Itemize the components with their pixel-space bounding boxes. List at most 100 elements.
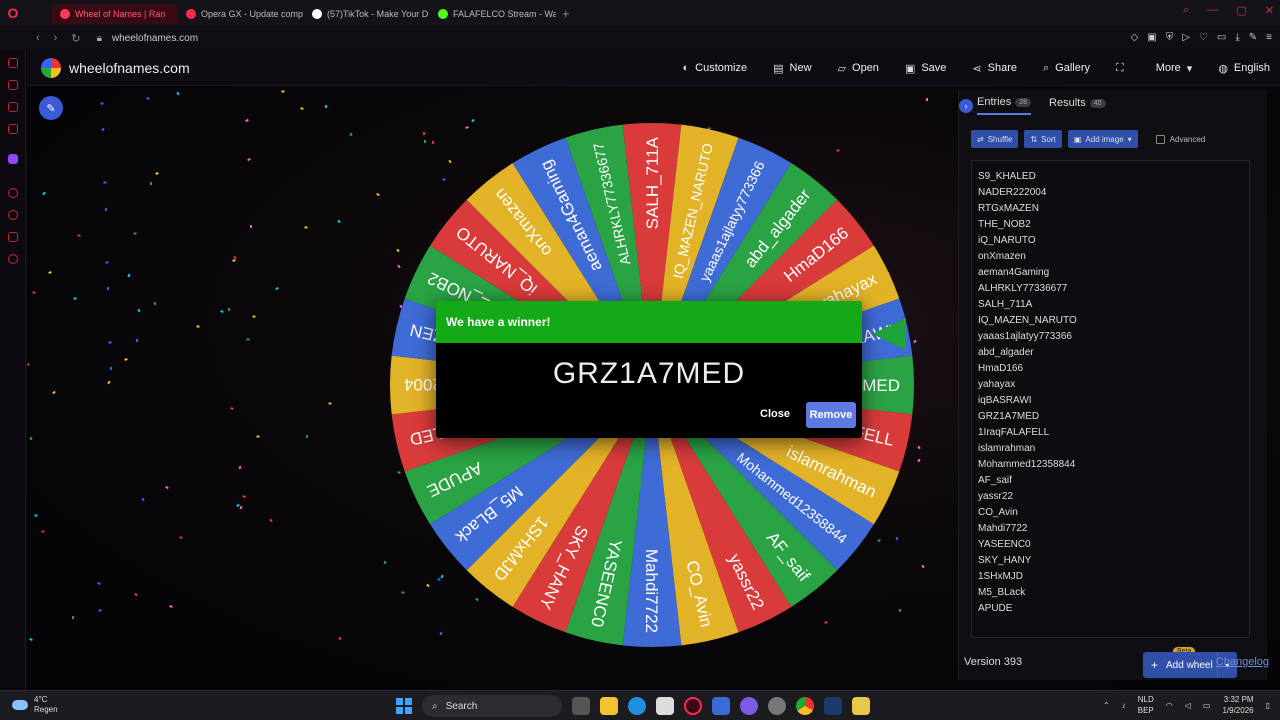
sidebar-player-icon[interactable]	[8, 102, 18, 112]
menu-item-customize[interactable]: ◐ Customize	[683, 62, 748, 74]
reload-button[interactable]: ↻	[71, 32, 80, 45]
menu-item-open[interactable]: ▱ Open	[838, 62, 879, 75]
confetti-piece	[71, 615, 75, 620]
browser-tab[interactable]: FALAFELCO Stream - Wat	[430, 4, 556, 24]
sidebar-record-icon[interactable]	[8, 188, 18, 198]
address-bar-icons: ◇ ▣ ⛨ ▷ ♡ ▭ ⤓ ✎ ≡	[1131, 32, 1272, 43]
sidebar-history-icon[interactable]	[8, 210, 18, 220]
tray-chevron-up-icon[interactable]: ⌃	[1103, 701, 1110, 710]
menu-item-share[interactable]: ⋖ Share	[972, 62, 1017, 75]
collapse-panel-icon[interactable]: ›	[959, 98, 973, 113]
notification-icon[interactable]: ▯	[1266, 701, 1270, 710]
new-tab-button[interactable]: +	[562, 6, 570, 21]
sidebar-twitch-icon[interactable]	[8, 154, 18, 164]
lang-bottom: BEP	[1137, 706, 1154, 715]
menu-item-label: English	[1233, 62, 1270, 74]
advanced-toggle[interactable]: Advanced	[1155, 134, 1205, 144]
sidebar-bag-icon[interactable]	[8, 80, 18, 90]
wallet-icon[interactable]: ▭	[1217, 32, 1226, 43]
shuffle-icon: ⇄	[977, 134, 984, 144]
entry-line: RTGxMAZEN	[978, 203, 1039, 214]
snapshot-icon[interactable]: ▣	[1147, 32, 1156, 43]
entry-line: 1IraqFALAFELL	[978, 427, 1050, 438]
discord-icon[interactable]	[740, 697, 758, 715]
menu-item-save[interactable]: ▣ Save	[905, 62, 946, 75]
clock[interactable]: 3:32 PM 1/9/2026	[1222, 694, 1253, 716]
opera-logo-icon[interactable]: O	[0, 0, 26, 26]
sidebar-chat-icon[interactable]	[8, 232, 18, 242]
site-logo-icon[interactable]	[41, 57, 61, 78]
minimize-button[interactable]: —	[1207, 4, 1218, 17]
sidebar-gx-icon[interactable]	[8, 58, 18, 68]
start-button[interactable]	[396, 698, 412, 714]
steam-icon[interactable]	[824, 697, 842, 715]
app-icon-yellow[interactable]	[852, 697, 870, 715]
app-icon-blue[interactable]	[712, 697, 730, 715]
bookmark-icon[interactable]: ◇	[1131, 32, 1139, 43]
lock-icon[interactable]: 🔒︎	[97, 33, 102, 44]
close-window-button[interactable]: ✕	[1265, 4, 1274, 17]
entry-line: iqBASRAWI	[978, 395, 1032, 406]
sort-button[interactable]: ⇅ Sort	[1024, 130, 1062, 148]
mic-icon[interactable]: ♪	[1122, 701, 1126, 710]
sidebar-news-icon[interactable]	[8, 124, 18, 134]
edge-icon[interactable]	[628, 697, 646, 715]
entry-line: GRZ1A7MED	[978, 411, 1040, 422]
entry-line: onXmazen	[978, 251, 1026, 262]
tab-entries[interactable]: Entries 28	[977, 96, 1032, 115]
confetti-piece	[124, 357, 128, 361]
volume-icon[interactable]: ◁	[1185, 701, 1191, 710]
browser-tab[interactable]: Wheel of Names | Ran	[52, 4, 178, 24]
browser-tab[interactable]: (57)TikTok - Make Your D	[304, 4, 430, 24]
menu-icon[interactable]: ≡	[1266, 32, 1272, 43]
weather-widget[interactable]: 4°C Regen	[12, 695, 58, 715]
advanced-checkbox[interactable]	[1155, 134, 1165, 144]
confetti-piece	[304, 226, 308, 229]
play-icon[interactable]: ▷	[1182, 32, 1190, 43]
heart-icon[interactable]: ♡	[1199, 32, 1208, 43]
opera-gx-icon[interactable]	[684, 697, 702, 715]
store-icon[interactable]	[656, 697, 674, 715]
entry-line: iQ_NARUTO	[978, 235, 1036, 246]
address-bar: ‹ › ↻ 🔒︎ wheelofnames.com ◇ ▣ ⛨ ▷ ♡ ▭ ⤓ …	[0, 26, 1280, 50]
shield-icon[interactable]: ⛨	[1166, 32, 1174, 43]
back-button[interactable]: ‹	[36, 32, 40, 45]
menu-item-more[interactable]: More ▾	[1156, 62, 1193, 75]
confetti-piece	[133, 232, 137, 235]
entry-line: S9_KHALED	[978, 171, 1036, 182]
taskbar-search[interactable]: ⌕ Search	[422, 695, 562, 717]
close-button[interactable]: Close	[754, 402, 796, 426]
menu-item-gallery[interactable]: ⌕ Gallery	[1043, 62, 1090, 75]
battery-icon[interactable]: ▭	[1203, 701, 1211, 710]
menu-item-english[interactable]: ◍ English	[1218, 62, 1270, 75]
menu-item-new[interactable]: ▤ New	[773, 62, 811, 75]
browser-tab[interactable]: Opera GX - Update comp	[178, 4, 304, 24]
settings-icon[interactable]	[768, 697, 786, 715]
edit-title-button[interactable]: ✎	[39, 96, 63, 120]
language-indicator[interactable]: NLD BEP	[1138, 694, 1154, 716]
url-field[interactable]: wheelofnames.com	[112, 33, 198, 44]
ai-icon[interactable]: ✎	[1249, 32, 1257, 43]
chrome-icon[interactable]	[796, 697, 814, 715]
download-icon[interactable]: ⤓	[1235, 32, 1239, 43]
maximize-button[interactable]: ▢	[1236, 4, 1246, 17]
search-tabs-icon[interactable]: ⌕	[1183, 4, 1189, 17]
browser-tab-bar: O Wheel of Names | Ran Opera GX - Update …	[0, 0, 1280, 26]
clock-date: 1/9/2026	[1222, 706, 1254, 715]
wifi-icon[interactable]: ◠	[1166, 701, 1173, 710]
window-controls: ⌕ — ▢ ✕	[1183, 4, 1274, 17]
site-brand[interactable]: wheelofnames.com	[69, 60, 190, 76]
file-explorer-icon[interactable]	[600, 697, 618, 715]
tab-label: Opera GX - Update comp	[201, 9, 304, 19]
sidebar-settings-icon[interactable]	[8, 254, 18, 264]
remove-button[interactable]: Remove	[806, 402, 856, 428]
task-view-icon[interactable]	[572, 697, 590, 715]
shuffle-button[interactable]: ⇄ Shuffle	[971, 130, 1019, 148]
shuffle-label: Shuffle	[987, 134, 1013, 144]
menu-item-fullscreen[interactable]: ⛶	[1116, 62, 1130, 75]
forward-button[interactable]: ›	[54, 32, 58, 45]
add-image-button[interactable]: ▣ Add image ▾	[1067, 130, 1138, 148]
tab-results[interactable]: Results 40	[1049, 97, 1106, 114]
changelog-link[interactable]: Changelog	[1216, 656, 1269, 668]
entries-textarea[interactable]: S9_KHALED NADER222004 RTGxMAZEN THE_NOB2 iQ_…	[971, 160, 1250, 638]
